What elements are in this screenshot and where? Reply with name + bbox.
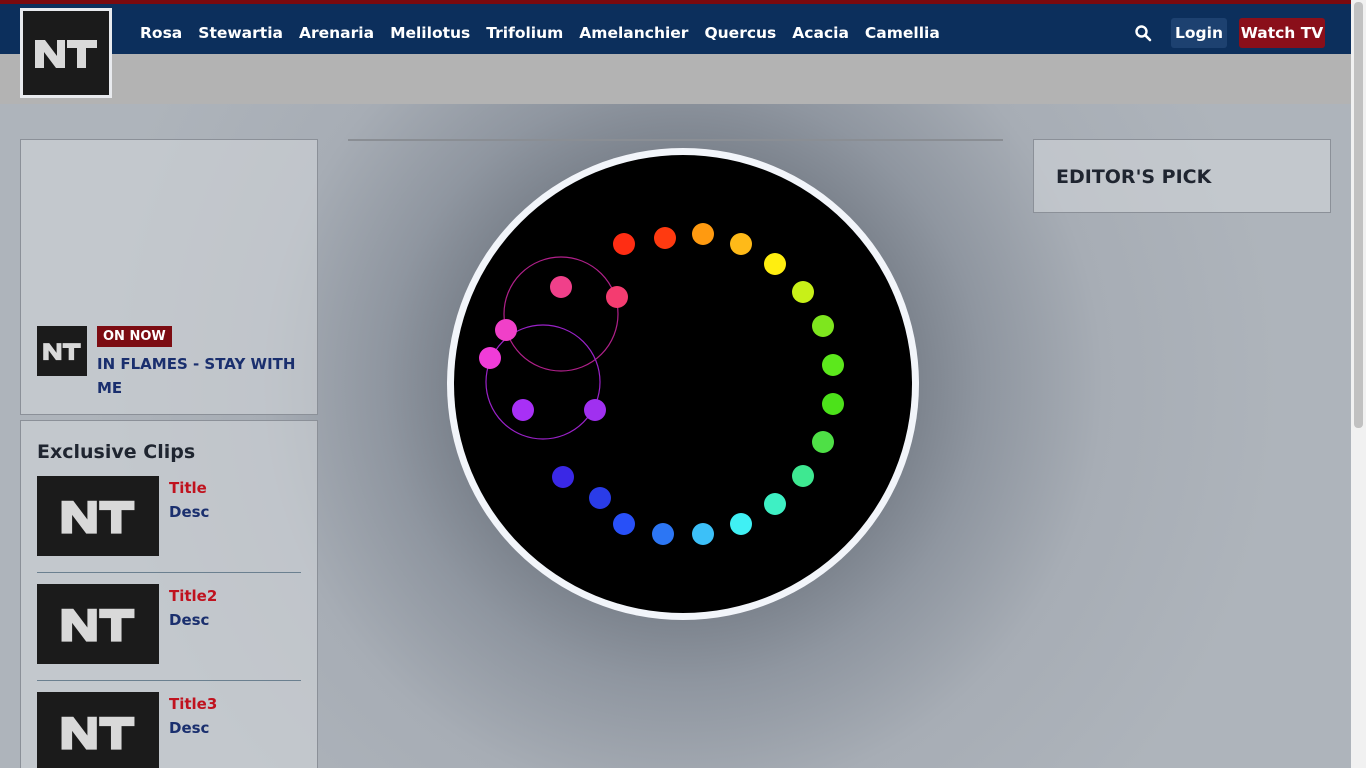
- on-now-badge: ON NOW: [97, 326, 172, 347]
- spinner-dot: [692, 223, 714, 245]
- exclusive-clips-panel: Exclusive Clips Title Desc Title2 Desc T…: [20, 420, 318, 768]
- spinner-dot: [479, 347, 501, 369]
- loading-spinner: [447, 148, 919, 620]
- nav-item-rosa[interactable]: Rosa: [132, 24, 190, 42]
- now-playing-panel: ON NOW IN FLAMES - STAY WITH ME: [20, 139, 318, 415]
- clip-divider: [37, 572, 301, 573]
- clips-heading: Exclusive Clips: [37, 441, 196, 463]
- nav-item-camellia[interactable]: Camellia: [857, 24, 948, 42]
- nav-item-amelanchier[interactable]: Amelanchier: [571, 24, 696, 42]
- nav-item-arenaria[interactable]: Arenaria: [291, 24, 382, 42]
- spinner-dot: [654, 227, 676, 249]
- clip-description: Desc: [169, 503, 210, 521]
- spinner-dot: [812, 431, 834, 453]
- nav-item-stewartia[interactable]: Stewartia: [190, 24, 291, 42]
- watch-tv-button[interactable]: Watch TV: [1239, 18, 1325, 48]
- top-navigation-bar: Rosa Stewartia Arenaria Melilotus Trifol…: [0, 0, 1351, 54]
- clip-title[interactable]: Title: [169, 479, 207, 497]
- page-scrollbar[interactable]: [1351, 0, 1366, 768]
- search-icon[interactable]: [1134, 24, 1152, 42]
- nav-item-melilotus[interactable]: Melilotus: [382, 24, 478, 42]
- clip-item[interactable]: Title2 Desc: [37, 584, 301, 664]
- spinner-dot: [792, 465, 814, 487]
- site-logo[interactable]: [20, 8, 112, 98]
- spinner-dot: [552, 466, 574, 488]
- spinner-dot: [495, 319, 517, 341]
- clip-title[interactable]: Title2: [169, 587, 217, 605]
- spinner-disc: [454, 155, 912, 613]
- clip-description: Desc: [169, 611, 210, 629]
- spinner-dot: [764, 253, 786, 275]
- clip-title[interactable]: Title3: [169, 695, 217, 713]
- spinner-dot: [764, 493, 786, 515]
- editors-pick-panel: EDITOR'S PICK: [1033, 139, 1331, 213]
- now-playing-thumbnail[interactable]: [37, 326, 87, 376]
- spinner-dot: [730, 233, 752, 255]
- spinner-dot: [822, 354, 844, 376]
- clip-divider: [37, 680, 301, 681]
- nav-item-quercus[interactable]: Quercus: [696, 24, 784, 42]
- scrollbar-thumb[interactable]: [1354, 2, 1363, 428]
- spinner-dot: [584, 399, 606, 421]
- nav-item-trifolium[interactable]: Trifolium: [478, 24, 571, 42]
- nav-item-acacia[interactable]: Acacia: [784, 24, 857, 42]
- clip-description: Desc: [169, 719, 210, 737]
- spinner-dot: [512, 399, 534, 421]
- clip-thumbnail[interactable]: [37, 476, 159, 556]
- spinner-dot: [730, 513, 752, 535]
- logo-mark: [23, 11, 109, 95]
- spinner-dot: [692, 523, 714, 545]
- now-playing-title[interactable]: IN FLAMES - STAY WITH ME: [97, 352, 297, 400]
- content-divider: [348, 139, 1003, 141]
- spinner-dot: [792, 281, 814, 303]
- clip-item[interactable]: Title Desc: [37, 476, 301, 556]
- clip-item[interactable]: Title3 Desc: [37, 692, 301, 768]
- clip-thumbnail[interactable]: [37, 584, 159, 664]
- spinner-dot: [613, 233, 635, 255]
- editors-pick-heading: EDITOR'S PICK: [1056, 166, 1212, 188]
- spinner-dot: [822, 393, 844, 415]
- main-nav: Rosa Stewartia Arenaria Melilotus Trifol…: [132, 8, 948, 58]
- spinner-dot: [550, 276, 572, 298]
- login-button[interactable]: Login: [1171, 18, 1227, 48]
- secondary-bar: [0, 54, 1351, 104]
- spinner-dot: [652, 523, 674, 545]
- spinner-dot: [613, 513, 635, 535]
- spinner-dot: [606, 286, 628, 308]
- clip-thumbnail[interactable]: [37, 692, 159, 768]
- spinner-dot: [589, 487, 611, 509]
- spinner-dot: [812, 315, 834, 337]
